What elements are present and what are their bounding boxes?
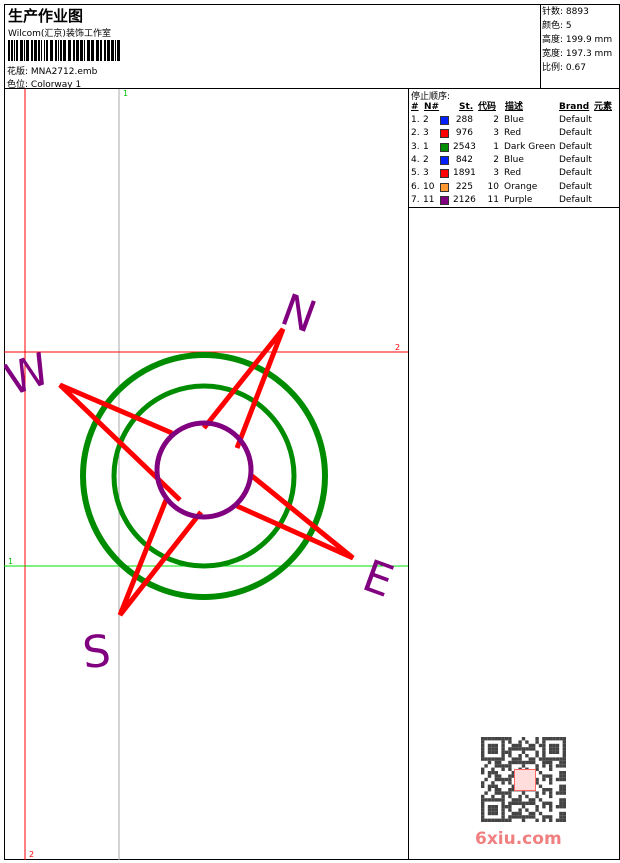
design-preview: 1 2 2 1 N E S W [0,89,408,860]
inner-green-ring [111,383,297,569]
color-swatch [440,129,449,139]
info-height: 高度: 199.9 mm [542,35,613,45]
design-file: 花版: MNA2712.emb [7,64,97,77]
table-row: 6. 10 225 10 Orange Default [411,181,592,192]
star-point-west [58,382,182,502]
color-swatch [440,142,449,152]
guide-label-right: 2 [395,343,400,352]
right-panel: 停止顺序: # N# St. 代码 描述 Brand 元素 1. 2 288 2… [408,89,620,860]
design-canvas: 1 2 2 1 N E S W [0,89,408,860]
table-row: 7. 11 2126 11 Purple Default [411,194,592,205]
letter-s: S [81,626,113,679]
color-swatch [440,155,449,165]
guide-label-top: 1 [123,89,128,98]
design-label: 花版: [7,67,29,77]
table-header: # N# St. 代码 描述 Brand 元素 [411,102,613,112]
page-title: 生产作业图 [8,7,84,25]
letter-e: E [356,550,400,607]
color-swatch [440,182,449,192]
design-file-value: MNA2712.emb [30,67,98,77]
color-swatch [440,169,449,179]
compass-star [58,327,355,617]
info-scale: 比例: 0.67 [542,63,586,73]
barcode [8,40,120,61]
watermark: 6xiu.com [475,829,562,849]
table-row: 3. 1 2543 1 Dark Green Default [411,141,592,152]
letter-n: N [274,284,322,343]
stop-sequence-table: # N# St. 代码 描述 Brand 元素 1. 2 288 2 Blue … [409,101,620,208]
info-colors: 颜色: 5 [542,21,572,31]
company-name: Wilcom(汇京)装饰工作室 [8,29,111,39]
header: 生产作业图 Wilcom(汇京)装饰工作室 花版: MNA2712.emb 色位… [4,4,620,90]
info-width: 宽度: 197.3 mm [542,49,613,59]
info-stitches: 针数: 8893 [542,7,589,17]
table-row: 1. 2 288 2 Blue Default [411,115,592,125]
letter-w: W [4,344,57,407]
table-row: 4. 2 842 2 Blue Default [411,154,592,165]
stamp-logo [514,769,536,791]
info-box: 针数: 8893 颜色: 5 高度: 199.9 mm 宽度: 197.3 mm… [540,4,620,89]
table-row: 5. 3 1891 3 Red Default [411,168,592,179]
guide-label-left: 1 [8,557,13,566]
color-swatch [440,116,449,125]
guide-label-bottom: 2 [29,850,34,859]
purple-ring [154,420,254,520]
color-swatch [440,195,449,205]
table-row: 2. 3 976 3 Red Default [411,128,592,139]
